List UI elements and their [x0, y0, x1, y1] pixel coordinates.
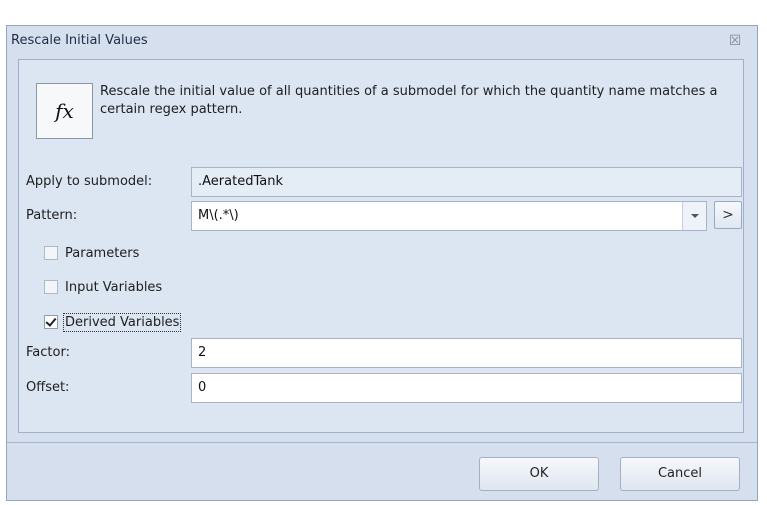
content-panel: fx Rescale the initial value of all quan…: [18, 59, 744, 433]
checkbox-parameters[interactable]: Parameters: [44, 243, 139, 263]
derived-variables-label[interactable]: Derived Variables: [62, 312, 182, 332]
submodel-value: .AeratedTank: [198, 174, 283, 189]
dialog-title: Rescale Initial Values: [11, 33, 148, 48]
parameters-label[interactable]: Parameters: [65, 246, 139, 261]
input-variables-checkbox[interactable]: [44, 280, 58, 294]
submodel-field[interactable]: .AeratedTank: [191, 167, 742, 197]
pattern-value: M\(.*\): [198, 208, 239, 223]
close-icon[interactable]: ☒: [725, 31, 745, 51]
pattern-label: Pattern:: [26, 208, 78, 223]
fx-icon-label: fx: [55, 99, 74, 123]
parameters-checkbox[interactable]: [44, 246, 58, 260]
description-text: Rescale the initial value of all quantit…: [100, 84, 718, 117]
factor-value: 2: [198, 345, 207, 360]
input-variables-label[interactable]: Input Variables: [65, 280, 162, 295]
derived-variables-checkbox[interactable]: [44, 315, 58, 329]
pattern-dropdown-button[interactable]: [682, 202, 706, 230]
pattern-combobox[interactable]: M\(.*\): [191, 201, 707, 231]
submodel-label: Apply to submodel:: [26, 174, 153, 189]
title-bar: Rescale Initial Values ☒: [7, 26, 757, 56]
factor-input[interactable]: 2: [191, 338, 742, 368]
chevron-down-icon: [691, 214, 699, 218]
offset-label: Offset:: [26, 380, 70, 395]
ok-button[interactable]: OK: [479, 457, 599, 491]
checkbox-derived-variables[interactable]: Derived Variables: [44, 312, 182, 332]
fx-icon: fx: [36, 83, 93, 139]
pattern-arrow-button[interactable]: >: [714, 201, 742, 229]
offset-value: 0: [198, 380, 207, 395]
offset-input[interactable]: 0: [191, 373, 742, 403]
cancel-button[interactable]: Cancel: [620, 457, 740, 491]
rescale-initial-values-dialog: Rescale Initial Values ☒ fx Rescale the …: [6, 25, 758, 501]
factor-label: Factor:: [26, 345, 70, 360]
button-bar: OK Cancel: [7, 442, 757, 501]
checkbox-input-variables[interactable]: Input Variables: [44, 277, 162, 297]
